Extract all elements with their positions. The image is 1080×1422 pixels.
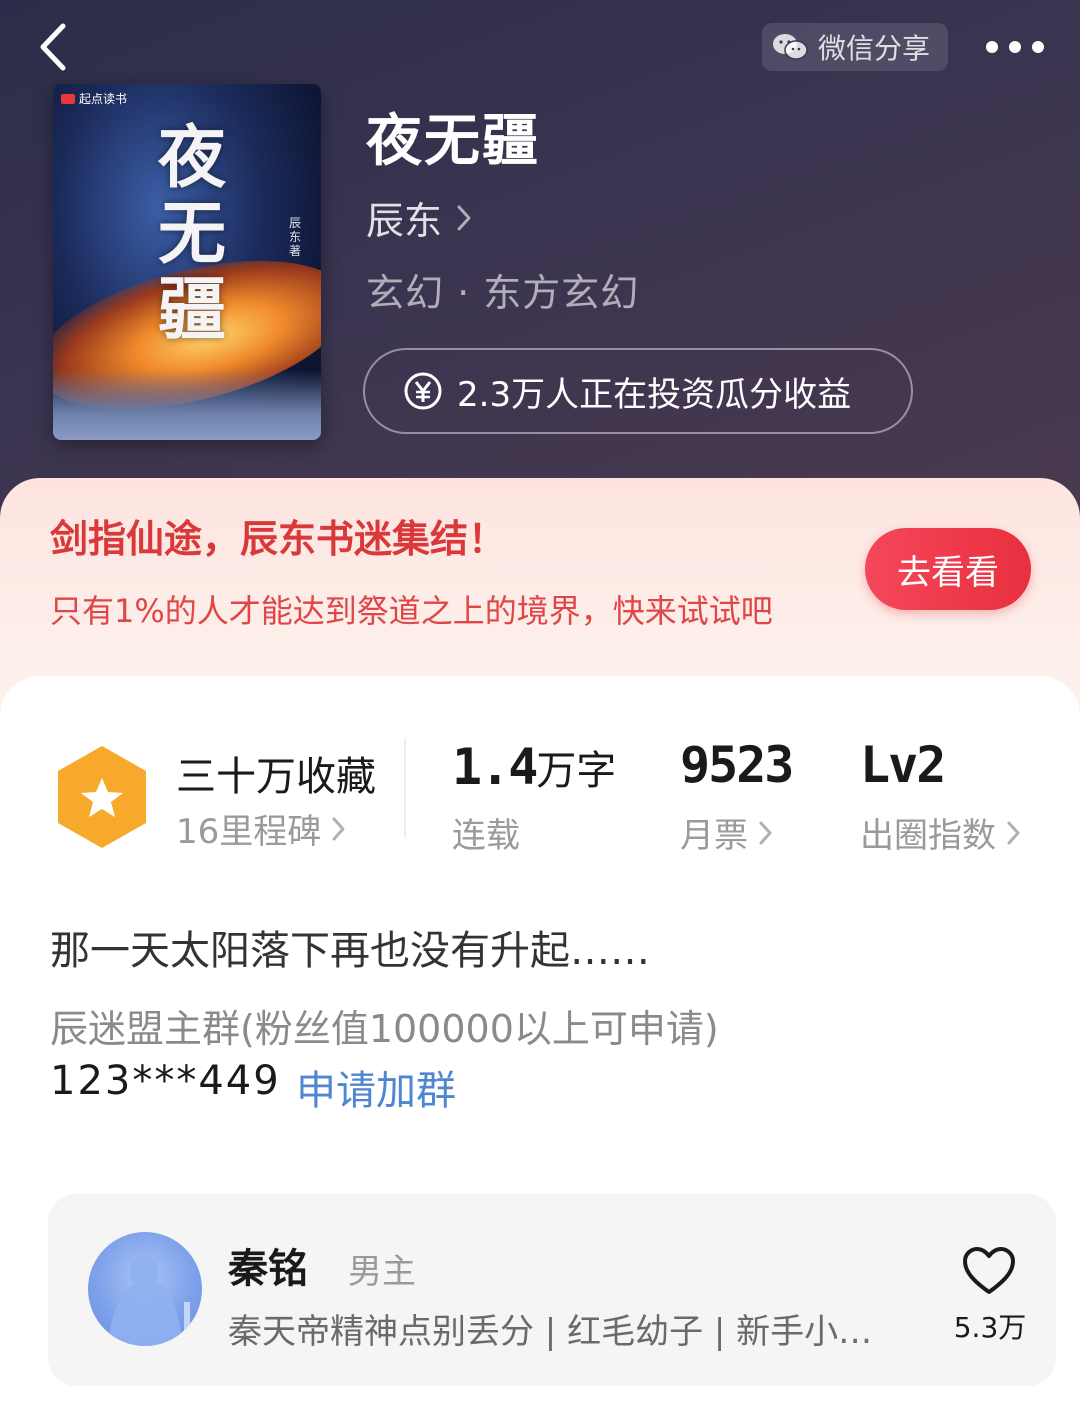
invest-button[interactable]: 2.3万人正在投资瓜分收益 bbox=[363, 348, 913, 434]
cover-title-char: 疆 bbox=[157, 270, 226, 350]
serial-status: 连载 bbox=[452, 816, 520, 856]
cover-brand: 起点读书 bbox=[61, 90, 127, 107]
wechat-share-button[interactable]: 微信分享 bbox=[762, 23, 948, 71]
book-title: 夜无疆 bbox=[366, 108, 540, 174]
character-silhouette-icon bbox=[108, 1246, 190, 1346]
favorite-star-badge-icon bbox=[58, 746, 146, 848]
chevron-left-icon bbox=[40, 23, 66, 71]
qidian-logo-icon bbox=[61, 93, 75, 104]
book-description[interactable]: 那一天太阳落下再也没有升起…… bbox=[50, 918, 650, 976]
cover-art-ground bbox=[53, 370, 321, 440]
favorites-count: 三十万收藏 bbox=[176, 754, 376, 800]
chevron-right-icon bbox=[332, 817, 345, 840]
popularity-index-label: 出圈指数 bbox=[860, 816, 996, 856]
invest-text: 2.3万人正在投资瓜分收益 bbox=[457, 374, 852, 415]
monthly-votes-label: 月票 bbox=[680, 816, 748, 856]
character-tags: 秦天帝精神点别丢分 | 红毛幼子 | 新手小… bbox=[228, 1312, 873, 1352]
popularity-level: Lv2 bbox=[860, 736, 946, 794]
cover-author-suffix: 著 bbox=[289, 244, 302, 258]
author-link[interactable]: 辰东 bbox=[366, 190, 472, 245]
promo-title: 剑指仙途，辰东书迷集结！ bbox=[50, 517, 507, 561]
like-count: 5.3万 bbox=[953, 1311, 1027, 1344]
chevron-right-icon bbox=[759, 821, 772, 844]
monthly-votes-number: 9523 bbox=[680, 736, 794, 794]
promo-go-button[interactable]: 去看看 bbox=[865, 528, 1031, 610]
character-role: 男主 bbox=[348, 1252, 416, 1292]
share-label: 微信分享 bbox=[818, 32, 931, 65]
fan-group-info: 辰迷盟主群(粉丝值100000以上可申请) bbox=[50, 1007, 719, 1051]
more-button[interactable] bbox=[978, 30, 1052, 64]
popularity-index-link[interactable]: 出圈指数 bbox=[860, 808, 1022, 857]
cover-author: 辰东著 bbox=[289, 216, 305, 258]
word-count-number: 1.4 bbox=[452, 738, 538, 796]
back-button[interactable] bbox=[30, 20, 74, 74]
monthly-votes-link[interactable]: 月票 bbox=[680, 808, 774, 857]
more-dot bbox=[1009, 41, 1021, 53]
book-cover[interactable]: 起点读书 夜 无 疆 辰东著 bbox=[53, 84, 321, 440]
cover-brand-text: 起点读书 bbox=[79, 92, 128, 106]
character-avatar bbox=[88, 1232, 202, 1346]
join-group-link[interactable]: 申请加群 bbox=[296, 1058, 456, 1116]
more-dots-icon bbox=[986, 41, 998, 53]
yen-coin-icon bbox=[404, 372, 442, 410]
word-count-unit: 万字 bbox=[536, 748, 617, 794]
wechat-icon bbox=[773, 34, 808, 60]
milestones-link[interactable]: 16里程碑 bbox=[176, 804, 347, 853]
promo-subtitle: 只有1%的人才能达到祭道之上的境界，快来试试吧 bbox=[50, 592, 773, 630]
author-name: 辰东 bbox=[366, 199, 443, 243]
word-count: 1.4 万字 bbox=[452, 738, 616, 796]
cover-title-char: 无 bbox=[157, 194, 226, 274]
cover-author-name: 辰东 bbox=[289, 216, 302, 244]
character-name: 秦铭 bbox=[228, 1246, 308, 1292]
cover-title: 夜 无 疆 bbox=[137, 120, 247, 348]
heart-icon[interactable] bbox=[962, 1246, 1016, 1296]
stats-divider bbox=[404, 738, 406, 838]
chevron-right-icon bbox=[1007, 821, 1020, 844]
fan-group-number: 123***449 bbox=[50, 1058, 281, 1104]
book-genre: 玄幻 · 东方玄幻 bbox=[366, 271, 640, 315]
cover-title-char: 夜 bbox=[157, 118, 226, 198]
chevron-right-icon bbox=[457, 205, 471, 230]
milestones-text: 16里程碑 bbox=[176, 812, 322, 852]
more-dot bbox=[1032, 41, 1044, 53]
